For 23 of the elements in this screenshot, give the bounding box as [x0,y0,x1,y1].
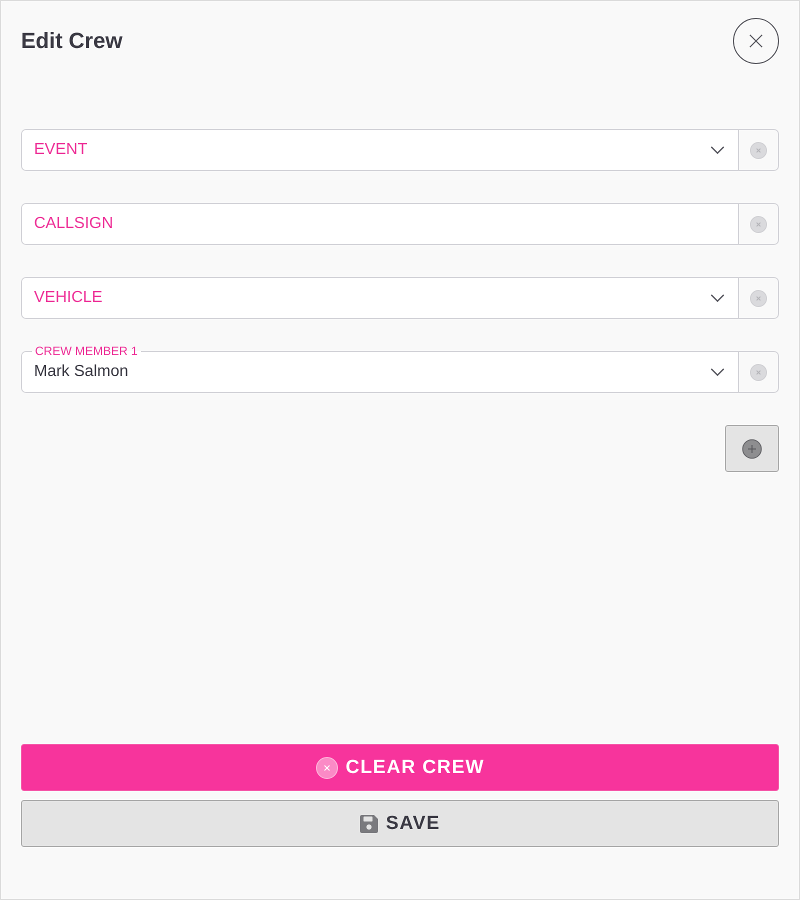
clear-icon [750,216,767,232]
dropdown-field[interactable]: EVENT [21,129,738,171]
chevron-down-icon [710,294,725,302]
clear-field-button[interactable] [738,277,779,319]
clear-crew-button[interactable]: CLEAR CREW [21,744,779,791]
clear-icon [750,142,767,158]
chevron-down-icon [710,368,725,376]
dropdown-field[interactable]: VEHICLE [21,277,738,319]
clear-icon [750,364,767,380]
add-crew-member-button[interactable] [725,425,779,472]
close-icon [749,34,763,48]
text-field[interactable]: CALLSIGN [21,203,738,245]
save-button[interactable]: SAVE [21,800,779,847]
field-label: CREW MEMBER 1 [32,345,141,357]
clear-field-button[interactable] [738,351,779,393]
chevron-down-icon [710,146,725,154]
plus-icon [742,438,762,458]
clear-field-button[interactable] [738,203,779,245]
close-button[interactable] [733,18,779,64]
dialog-title: Edit Crew [21,28,122,54]
clear-field-button[interactable] [738,129,779,171]
clear-icon [316,756,338,778]
clear-icon [750,290,767,306]
